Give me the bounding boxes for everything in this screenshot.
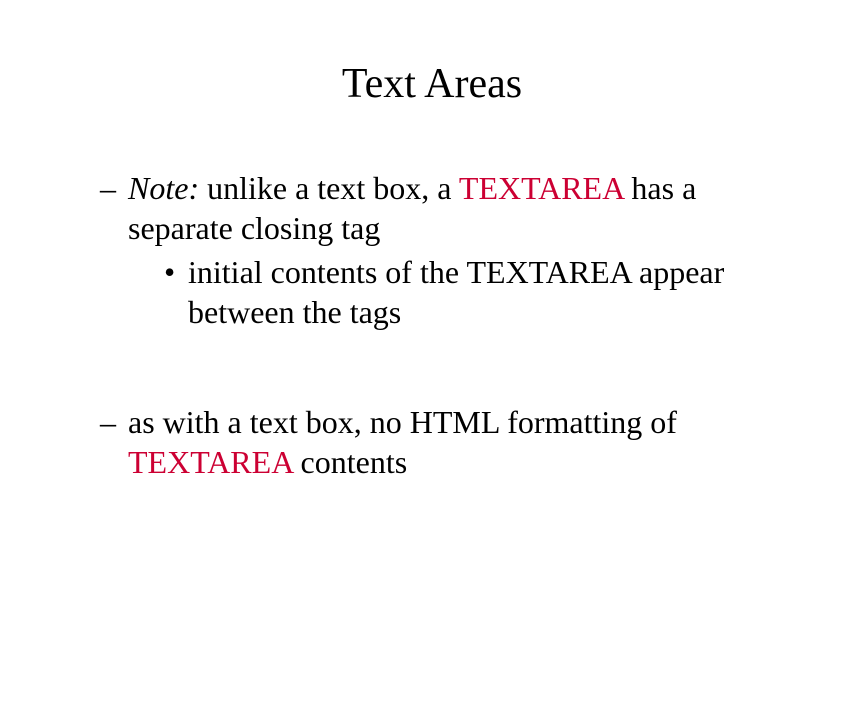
sub-bullet: initial contents of the TEXTAREA appear … — [128, 252, 804, 332]
bullet-text: contents — [293, 444, 408, 480]
sub-bullet-text: initial contents of the TEXTAREA appear … — [188, 254, 724, 330]
bullet-text: as with a text box, no HTML formatting o… — [128, 404, 677, 440]
slide-title: Text Areas — [60, 60, 804, 108]
keyword-textarea: TEXTAREA — [128, 444, 293, 480]
bullet-note: Note: unlike a text box, a TEXTAREA has … — [100, 168, 804, 332]
bullet-text: unlike a text box, a — [199, 170, 459, 206]
keyword-textarea: TEXTAREA — [459, 170, 624, 206]
slide-body: Note: unlike a text box, a TEXTAREA has … — [60, 168, 804, 482]
slide: Text Areas Note: unlike a text box, a TE… — [0, 0, 864, 703]
note-label: Note: — [128, 170, 199, 206]
bullet-formatting: as with a text box, no HTML formatting o… — [100, 402, 804, 482]
